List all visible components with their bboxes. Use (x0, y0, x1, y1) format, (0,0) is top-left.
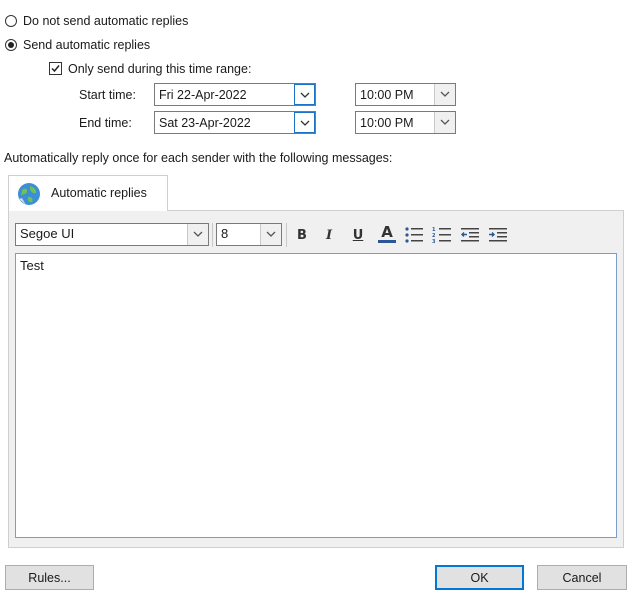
reply-message-text: Test (20, 258, 44, 273)
ok-button-label: OK (470, 570, 489, 585)
ok-button[interactable]: OK (435, 565, 524, 590)
bullets-icon (405, 227, 423, 243)
toolbar-divider (212, 223, 213, 247)
decrease-indent-icon (461, 228, 479, 242)
font-name-value: Segoe UI (20, 226, 75, 241)
time-range-checkbox[interactable] (49, 62, 62, 75)
font-size-dropdown-button[interactable] (260, 224, 281, 245)
chevron-down-icon (440, 119, 450, 125)
no-replies-label: Do not send automatic replies (23, 14, 189, 28)
end-time-dropdown-button[interactable] (434, 112, 455, 133)
svg-text:3: 3 (432, 239, 436, 244)
message-intro-text: Automatically reply once for each sender… (4, 151, 393, 165)
start-date-dropdown-button[interactable] (294, 84, 315, 105)
send-replies-label: Send automatic replies (23, 38, 151, 52)
start-time-combo[interactable]: 10:00 PM (355, 83, 456, 106)
end-date-combo[interactable]: Sat 23-Apr-2022 (154, 111, 316, 134)
italic-button[interactable]: I (317, 223, 341, 247)
tab-automatic-replies-label: Automatic replies (51, 186, 147, 200)
numbering-button[interactable]: 1 2 3 (430, 223, 454, 247)
font-color-bar (378, 239, 396, 243)
italic-icon: I (325, 227, 333, 243)
chevron-down-icon (440, 91, 450, 97)
chevron-down-icon (193, 231, 203, 237)
end-time-combo[interactable]: 10:00 PM (355, 111, 456, 134)
font-name-dropdown-button[interactable] (187, 224, 208, 245)
time-range-label: Only send during this time range: (68, 62, 252, 76)
font-color-button[interactable]: A (375, 221, 399, 245)
globe-icon (18, 183, 40, 205)
font-size-combo[interactable]: 8 (216, 223, 282, 246)
font-size-value: 8 (221, 226, 229, 241)
reply-message-editor[interactable]: Test (15, 253, 617, 538)
numbering-icon: 1 2 3 (432, 227, 451, 244)
start-date-combo[interactable]: Fri 22-Apr-2022 (154, 83, 316, 106)
font-color-icon: A (381, 222, 393, 241)
checkmark-icon (51, 65, 60, 73)
end-time-value: 10:00 PM (360, 116, 414, 130)
bold-button[interactable]: B (290, 223, 314, 247)
chevron-down-icon (300, 92, 310, 98)
chevron-down-icon (300, 120, 310, 126)
start-time-value: 10:00 PM (360, 88, 414, 102)
end-date-dropdown-button[interactable] (294, 112, 315, 133)
rules-button-label: Rules... (28, 570, 71, 585)
start-time-label: Start time: (79, 88, 136, 102)
no-replies-radio[interactable] (5, 15, 17, 27)
end-date-value: Sat 23-Apr-2022 (159, 116, 251, 130)
toolbar-divider (286, 223, 287, 247)
increase-indent-button[interactable] (486, 223, 510, 247)
cancel-button-label: Cancel (562, 570, 602, 585)
underline-icon: U (352, 227, 364, 243)
send-replies-radio[interactable] (5, 39, 17, 51)
rules-button[interactable]: Rules... (5, 565, 94, 590)
end-time-label: End time: (79, 116, 132, 130)
cancel-button[interactable]: Cancel (537, 565, 627, 590)
start-time-dropdown-button[interactable] (434, 84, 455, 105)
bold-icon: B (297, 227, 307, 243)
tab-automatic-replies[interactable]: Automatic replies (8, 175, 168, 211)
chevron-down-icon (266, 231, 276, 237)
underline-button[interactable]: U (346, 223, 370, 247)
increase-indent-icon (489, 228, 507, 242)
bullets-button[interactable] (402, 223, 426, 247)
font-name-combo[interactable]: Segoe UI (15, 223, 209, 246)
decrease-indent-button[interactable] (458, 223, 482, 247)
start-date-value: Fri 22-Apr-2022 (159, 88, 247, 102)
